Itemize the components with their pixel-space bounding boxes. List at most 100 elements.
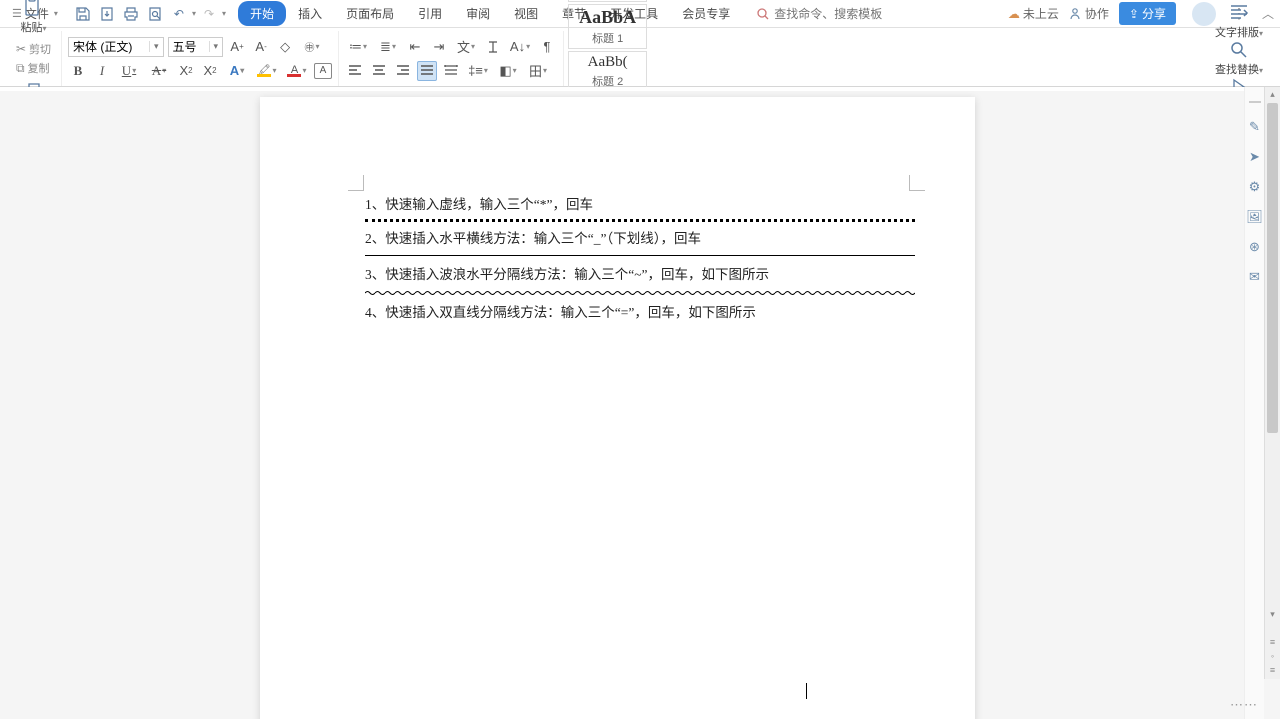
undo-redo-group: ↶ ▾ ↷ ▾ bbox=[170, 5, 228, 23]
style-heading2[interactable]: AaBb( 标题 2 bbox=[568, 51, 647, 92]
font-group: ▾ ▾ A+ A- ◇ ㊥ B I U A X2 X2 A 🖍 A A bbox=[62, 31, 339, 86]
magnifier-icon bbox=[1229, 40, 1249, 60]
command-search[interactable] bbox=[756, 7, 914, 21]
editing-group: 文字排版▾ 查找替换▾ 选择▾ bbox=[1204, 31, 1274, 86]
save-icon[interactable] bbox=[74, 5, 92, 23]
superscript-button[interactable]: X2 bbox=[176, 61, 196, 81]
asian-layout-button[interactable]: 文 bbox=[453, 37, 479, 57]
copy-button[interactable]: ⧉复制 bbox=[16, 60, 51, 76]
bold-button[interactable]: B bbox=[68, 61, 88, 81]
next-section-icon[interactable]: ≡ bbox=[1270, 665, 1275, 675]
distribute-button[interactable] bbox=[441, 61, 461, 81]
resize-grip-icon[interactable]: ⋯⋯ bbox=[1230, 697, 1258, 713]
prev-section-icon[interactable]: ≡ bbox=[1270, 637, 1275, 647]
highlight-button[interactable]: 🖍 bbox=[254, 61, 280, 81]
comment-icon[interactable]: ✉ bbox=[1247, 269, 1263, 285]
cloud-status[interactable]: ☁ 未上云 bbox=[1008, 5, 1059, 22]
doc-line-3[interactable]: 3、快速插入波浪水平分隔线方法：输入三个“~”，回车，如下图所示 bbox=[365, 262, 915, 288]
tab-review[interactable]: 审阅 bbox=[454, 1, 502, 26]
style-name: 标题 1 bbox=[592, 30, 623, 46]
doc-line-2[interactable]: 2、快速插入水平横线方法：输入三个“_”（下划线），回车 bbox=[365, 226, 915, 252]
numbering-button[interactable]: ≣ bbox=[375, 37, 401, 57]
image-icon[interactable]: 🖼 bbox=[1247, 209, 1263, 225]
pen-icon[interactable]: ✎ bbox=[1247, 119, 1263, 135]
align-right-button[interactable] bbox=[393, 61, 413, 81]
style-heading1[interactable]: AaBbA 标题 1 bbox=[568, 4, 647, 49]
align-left-button[interactable] bbox=[345, 61, 365, 81]
cut-button[interactable]: ✂剪切 bbox=[16, 41, 51, 57]
atom-icon[interactable]: ⊛ bbox=[1247, 239, 1263, 255]
undo-dropdown[interactable]: ▾ bbox=[190, 9, 198, 18]
quick-access-toolbar bbox=[74, 5, 164, 23]
sort-button[interactable]: A↓ bbox=[507, 37, 533, 57]
align-justify-button[interactable] bbox=[417, 61, 437, 81]
underline-button[interactable]: U bbox=[116, 61, 142, 81]
char-border-button[interactable]: A bbox=[314, 63, 332, 79]
margin-marker-tr bbox=[909, 175, 925, 191]
scroll-thumb[interactable] bbox=[1267, 103, 1278, 433]
tab-home[interactable]: 开始 bbox=[238, 1, 286, 26]
tab-view[interactable]: 视图 bbox=[502, 1, 550, 26]
page-content[interactable]: 1、快速输入虚线，输入三个“*”，回车 2、快速插入水平横线方法：输入三个“_”… bbox=[260, 97, 975, 326]
line-spacing-button[interactable]: ‡≡ bbox=[465, 61, 491, 81]
text-layout-button[interactable]: 文字排版▾ bbox=[1209, 3, 1269, 40]
redo-button[interactable]: ↷ bbox=[200, 5, 218, 23]
search-input[interactable] bbox=[774, 7, 914, 21]
text-effect-button[interactable]: A bbox=[224, 61, 250, 81]
decrease-indent-button[interactable]: ⇤ bbox=[405, 37, 425, 57]
paste-button[interactable]: 粘贴▾ bbox=[14, 0, 52, 35]
doc-line-4[interactable]: 4、快速插入双直线分隔线方法：输入三个“=”，回车，如下图所示 bbox=[365, 300, 915, 326]
bullets-button[interactable]: ≔ bbox=[345, 37, 371, 57]
borders-button[interactable]: 田 bbox=[525, 61, 551, 81]
copy-label: 复制 bbox=[28, 60, 50, 76]
collab-button[interactable]: 协作 bbox=[1069, 5, 1109, 22]
tab-page-layout[interactable]: 页面布局 bbox=[334, 1, 406, 26]
print-icon[interactable] bbox=[122, 5, 140, 23]
italic-button[interactable]: I bbox=[92, 61, 112, 81]
text-direction-button[interactable] bbox=[483, 37, 503, 57]
font-name-combo[interactable]: ▾ bbox=[68, 37, 164, 57]
style-normal[interactable]: AaBbCcDd 正文 bbox=[568, 0, 647, 2]
doc-line-1[interactable]: 1、快速输入虚线，输入三个“*”，回车 bbox=[365, 192, 915, 218]
export-icon[interactable] bbox=[98, 5, 116, 23]
browse-object-icon[interactable]: ◦ bbox=[1271, 651, 1274, 661]
increase-indent-button[interactable]: ⇥ bbox=[429, 37, 449, 57]
cut-label: 剪切 bbox=[29, 41, 51, 57]
subscript-button[interactable]: X2 bbox=[200, 61, 220, 81]
page[interactable]: 1、快速输入虚线，输入三个“*”，回车 2、快速插入水平横线方法：输入三个“_”… bbox=[260, 97, 975, 719]
font-size-dropdown[interactable]: ▾ bbox=[209, 41, 223, 52]
style-preview: AaBbA bbox=[579, 7, 636, 28]
ribbon: 粘贴▾ ✂剪切 ⧉复制 格式刷 ▾ ▾ A+ A- ◇ ㊥ bbox=[0, 28, 1280, 87]
styles-group: AaBbCcDd 正文 AaBbA 标题 1 AaBb( 标题 2 AaBbC … bbox=[564, 31, 651, 86]
share-button[interactable]: ⇪ 分享 bbox=[1119, 2, 1176, 25]
show-marks-button[interactable]: ¶ bbox=[537, 37, 557, 57]
settings-icon[interactable]: ⚙ bbox=[1247, 179, 1263, 195]
scissors-icon: ✂ bbox=[16, 42, 26, 56]
preview-icon[interactable] bbox=[146, 5, 164, 23]
scroll-down-button[interactable]: ▾ bbox=[1265, 607, 1280, 621]
text-cursor bbox=[806, 683, 807, 699]
decrease-font-icon[interactable]: A- bbox=[251, 37, 271, 57]
font-color-button[interactable]: A bbox=[284, 61, 310, 81]
phonetic-guide-icon[interactable]: ㊥ bbox=[299, 37, 325, 57]
redo-dropdown[interactable]: ▾ bbox=[220, 9, 228, 18]
tab-member[interactable]: 会员专享 bbox=[670, 1, 742, 26]
increase-font-icon[interactable]: A+ bbox=[227, 37, 247, 57]
font-size-combo[interactable]: ▾ bbox=[168, 37, 224, 57]
font-name-input[interactable] bbox=[69, 40, 149, 54]
find-replace-button[interactable]: 查找替换▾ bbox=[1209, 40, 1269, 77]
scroll-up-button[interactable]: ▴ bbox=[1265, 87, 1280, 101]
undo-button[interactable]: ↶ bbox=[170, 5, 188, 23]
strike-button[interactable]: A bbox=[146, 61, 172, 81]
search-icon bbox=[756, 7, 770, 21]
clear-format-icon[interactable]: ◇ bbox=[275, 37, 295, 57]
align-center-button[interactable] bbox=[369, 61, 389, 81]
style-preview: AaBb( bbox=[588, 54, 628, 71]
shading-button[interactable]: ◧ bbox=[495, 61, 521, 81]
tab-references[interactable]: 引用 bbox=[406, 1, 454, 26]
vertical-scrollbar[interactable]: ▴ ▾ ≡ ◦ ≡ bbox=[1264, 87, 1280, 679]
font-name-dropdown[interactable]: ▾ bbox=[149, 41, 163, 52]
font-size-input[interactable] bbox=[169, 40, 209, 54]
tab-insert[interactable]: 插入 bbox=[286, 1, 334, 26]
select-tool-icon[interactable]: ➤ bbox=[1247, 149, 1263, 165]
